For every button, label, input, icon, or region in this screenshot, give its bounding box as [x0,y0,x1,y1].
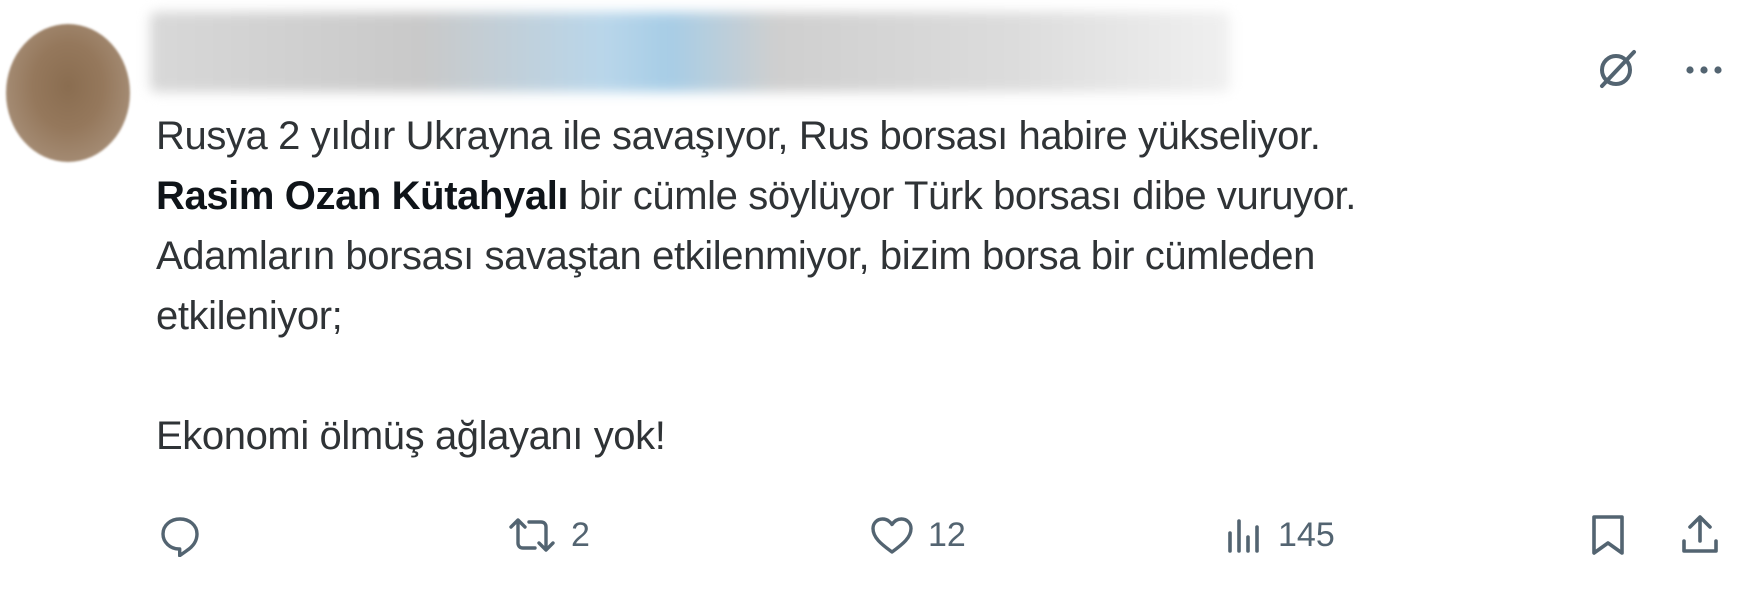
grok-icon[interactable] [1594,44,1642,92]
tweet-line: etkileniyor; [156,294,343,338]
share-icon [1682,515,1718,553]
views-button[interactable]: 145 [1222,500,1335,570]
tweet-line: Adamların borsası savaştan etkilenmiyor,… [156,234,1315,278]
repost-button[interactable]: 2 [505,500,590,570]
views-icon [1228,519,1259,553]
tweet-line: Ekonomi ölmüş ağlayanı yok! [156,414,666,458]
author-avatar[interactable] [6,24,130,162]
bookmark-icon [1592,515,1624,555]
tweet-line: Rasim Ozan Kütahyalı bir cümle söylüyor … [156,166,1616,226]
reply-button[interactable] [158,500,202,570]
mentioned-name: Rasim Ozan Kütahyalı [156,174,569,218]
share-button[interactable] [1678,500,1722,570]
heart-icon [871,517,913,554]
like-button[interactable]: 12 [868,500,966,570]
tweet-actions: 2 12 145 [0,500,1744,570]
author-header-blurred [150,12,1230,92]
tweet-text: Rusya 2 yıldır Ukrayna ile savaşıyor, Ru… [156,106,1616,466]
views-count: 145 [1278,515,1335,554]
more-icon[interactable] [1676,44,1732,92]
bookmark-button[interactable] [1586,500,1630,570]
repost-count: 2 [571,515,590,554]
tweet: Rusya 2 yıldır Ukrayna ile savaşıyor, Ru… [0,0,1744,610]
reply-icon [161,517,199,557]
tweet-line-rest: bir cümle söylüyor Türk borsası dibe vur… [568,174,1357,218]
repost-icon [509,518,555,552]
tweet-line: Rusya 2 yıldır Ukrayna ile savaşıyor, Ru… [156,114,1321,158]
like-count: 12 [928,515,966,554]
